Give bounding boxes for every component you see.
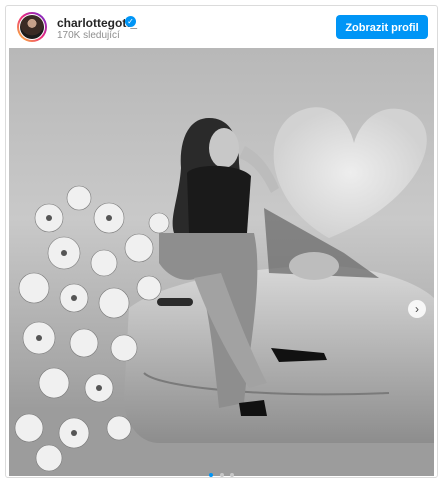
carousel-dot-2 <box>219 473 224 477</box>
avatar[interactable] <box>17 12 47 42</box>
woman-top <box>187 165 251 233</box>
post-photo[interactable]: › <box>9 48 434 476</box>
carousel-indicator <box>6 464 437 477</box>
verified-badge-icon: ✓ <box>125 16 136 27</box>
instagram-embed-card: charlottegott_ ✓ 170K sledující Zobrazit… <box>5 5 438 478</box>
car-door-handle <box>157 298 193 306</box>
woman-face <box>209 128 239 168</box>
follower-count: 170K sledující <box>57 30 120 41</box>
car-mirror <box>289 252 339 280</box>
avatar-photo <box>20 15 44 39</box>
post-header: charlottegott_ ✓ 170K sledující Zobrazit… <box>6 6 437 48</box>
photo-illustration <box>9 107 434 476</box>
heart-shape <box>273 107 427 238</box>
avatar-ring <box>19 14 45 40</box>
next-slide-chevron-right-icon[interactable]: › <box>408 300 426 318</box>
carousel-dot-3 <box>229 473 234 477</box>
view-profile-button[interactable]: Zobrazit profil <box>336 15 428 39</box>
carousel-dot-1 <box>209 473 214 477</box>
